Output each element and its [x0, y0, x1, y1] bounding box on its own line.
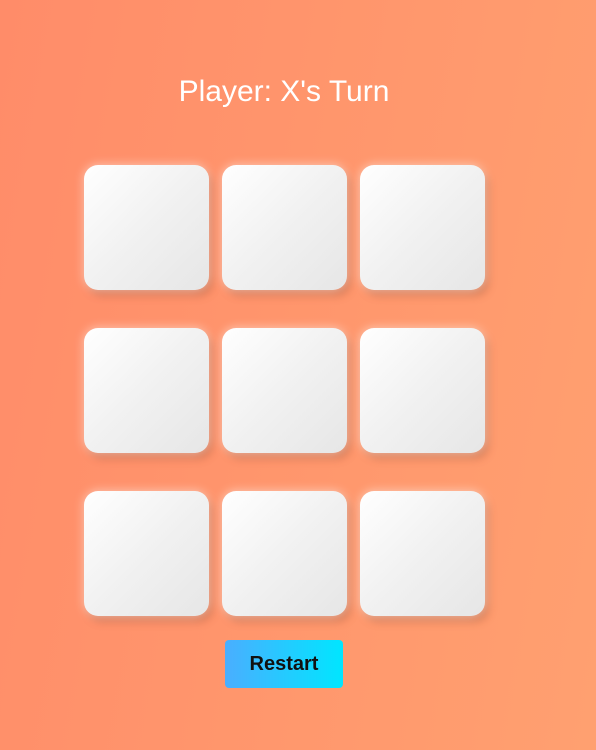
board-cell-7[interactable]: [84, 491, 209, 616]
board-cell-4[interactable]: [84, 328, 209, 453]
game-board: [84, 165, 485, 616]
board-cell-5[interactable]: [222, 328, 347, 453]
restart-button[interactable]: Restart: [225, 640, 343, 688]
board-cell-3[interactable]: [360, 165, 485, 290]
board-cell-2[interactable]: [222, 165, 347, 290]
board-cell-9[interactable]: [360, 491, 485, 616]
board-cell-8[interactable]: [222, 491, 347, 616]
board-cell-1[interactable]: [84, 165, 209, 290]
turn-status: Player: X's Turn: [178, 75, 390, 108]
board-cell-6[interactable]: [360, 328, 485, 453]
